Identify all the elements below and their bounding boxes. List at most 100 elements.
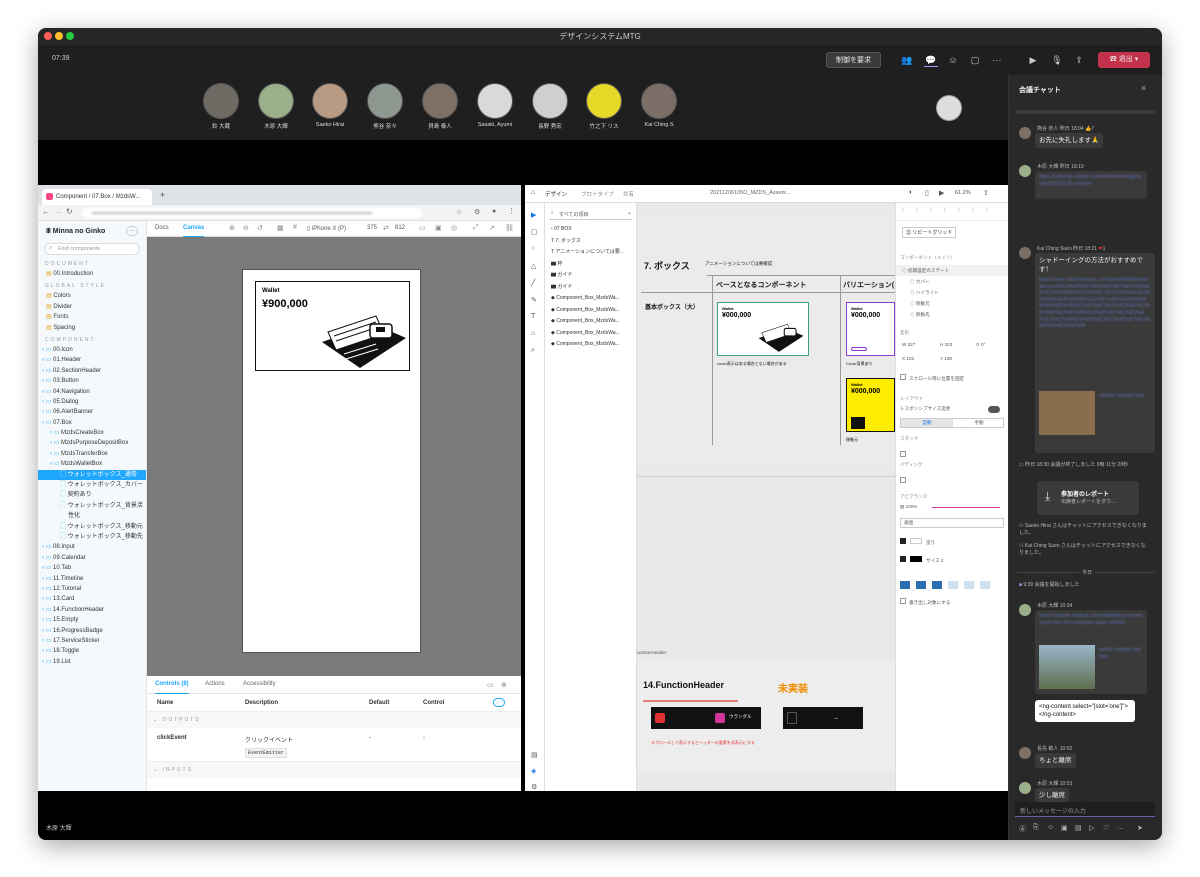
pen-tool-icon[interactable]: ✎ [531, 296, 537, 304]
ellipse-blur-icon[interactable] [980, 581, 990, 589]
gif-icon[interactable]: ▣ [1061, 824, 1068, 832]
align-top-icon[interactable]: ⫶ [902, 208, 904, 215]
xd-mode-tab[interactable]: 共有 [623, 190, 634, 198]
grid-icon[interactable]: # [293, 224, 297, 231]
artboard-tool-icon[interactable]: ⌂ [531, 330, 535, 337]
copy-link-icon[interactable]: ⛓ [505, 224, 514, 232]
zoom-window-button[interactable] [66, 32, 74, 40]
sidebar-story[interactable]: ▢ 契約あり [38, 490, 146, 500]
rotate-icon[interactable]: ⇄ [383, 224, 389, 232]
layer-item[interactable]: T アニメーションについては要… [545, 247, 636, 259]
layer-item[interactable]: ▆ 枠 [545, 259, 636, 271]
addon-tab[interactable]: Accessibility [243, 681, 276, 687]
send-icon[interactable]: ➤ [1137, 824, 1143, 832]
component-card-base[interactable]: Wallet ¥000,000 [717, 302, 809, 356]
sidebar-item-component[interactable]: › ▭ 00.Icon [38, 345, 146, 355]
addon-tab[interactable]: Actions [205, 681, 225, 687]
sidebar-item-box[interactable]: › ▭ MzdsPurposeDepositBox [38, 438, 146, 448]
attendance-report-card[interactable]: ⤓ 参加者のレポート 出席者レポートをダウ… [1037, 481, 1139, 515]
home-icon[interactable]: ⌂ [531, 189, 535, 196]
message-link[interactable]: https://ndmnvjn.ndjndn.com/d/bnhbnvnhbjj… [1035, 171, 1147, 199]
border-size[interactable]: 2 [941, 558, 944, 563]
accessibility-icon[interactable]: ◎ [451, 224, 457, 232]
zoom-out-icon[interactable]: ⊖ [243, 224, 249, 232]
layer-item[interactable]: ◆ Component_Box_MzdsWa... [545, 316, 636, 328]
y-field[interactable]: 188 [944, 356, 952, 361]
sidebar-menu-button[interactable]: ··· [126, 226, 138, 236]
star-icon[interactable]: ☆ [456, 208, 462, 216]
resize-auto-button[interactable]: 自動 [901, 419, 953, 427]
sidebar-item-style[interactable]: ▤ Spacing [38, 323, 146, 333]
component-state[interactable]: ◇ カバー [896, 276, 1008, 287]
layer-item[interactable]: ‹ 07 BOX [545, 224, 636, 236]
link-preview-card[interactable]: nbdhb nbdnbd nbdhbd [1039, 645, 1143, 691]
inputs-section[interactable]: ⌄ INPUTS [153, 767, 193, 773]
height-field[interactable]: 323 [945, 342, 953, 347]
component-state-selected[interactable]: ◇ 初期設定のステート [896, 265, 1008, 276]
layer-item[interactable]: ◆ Component_Box_MzdsWa... [545, 339, 636, 351]
layer-item[interactable]: ◆ Component_Box_MzdsWa... [545, 328, 636, 340]
browser-tab[interactable]: Component / 07.Box / MzdsW... [42, 189, 152, 205]
background-icon[interactable]: ▦ [277, 224, 284, 232]
sidebar-item-component[interactable]: › ▭ 05.Dialog [38, 397, 146, 407]
rooms-icon[interactable]: ▢ [968, 53, 982, 67]
emoji-icon[interactable]: ☺ [1047, 824, 1054, 831]
fullscreen-icon[interactable]: ⤢ [473, 224, 479, 232]
share-link-icon[interactable]: ⇪ [983, 189, 989, 197]
close-panel-icon[interactable]: ⊗ [501, 681, 507, 689]
border-row[interactable]: サイズ 2 [900, 556, 1004, 564]
reactions-icon[interactable]: ☺ [946, 53, 960, 67]
forward-icon[interactable]: → [54, 207, 62, 216]
viewport-height[interactable]: 812 [395, 225, 405, 231]
sidebar-item-style[interactable]: ▤ Fonts [38, 312, 146, 322]
document-assets-icon[interactable]: ▤ [531, 751, 538, 759]
participant-tile[interactable]: Saeko Hirai [305, 83, 355, 128]
sidebar-item-component[interactable]: › ▭ 12.Tutorial [38, 584, 146, 594]
distribute-icon[interactable]: ⫶ [986, 208, 988, 215]
addon-tab[interactable]: Controls (8) [155, 681, 189, 694]
layer-item[interactable]: ◆ Component_Box_MzdsWa... [545, 305, 636, 317]
sidebar-item-box[interactable]: › ▭ MzdsWalletBox [38, 459, 146, 469]
zoom-in-icon[interactable]: ⊕ [229, 224, 235, 232]
profile-icon[interactable]: ● [492, 208, 496, 215]
sidebar-item-component[interactable]: › ▭ 08.Input [38, 542, 146, 552]
sidebar-item-component[interactable]: › ▭ 13.Card [38, 594, 146, 604]
opacity-value[interactable]: 100% [906, 504, 918, 509]
sidebar-item-component[interactable]: › ▭ 07.Box [38, 418, 146, 428]
artboard-label[interactable]: unctionHeader [637, 650, 666, 655]
layers-filter[interactable]: ⌕ すべての項目 ⌄ [549, 209, 632, 220]
participant-tile[interactable]: 鈴 大蔵 [196, 83, 246, 130]
repeat-grid-button[interactable]: ▦ リピートグリッド [902, 227, 957, 238]
resize-manual-button[interactable]: 手動 [953, 419, 1005, 427]
extensions-icon[interactable]: ⚙ [474, 208, 480, 216]
tab-docs[interactable]: Docs [155, 225, 169, 231]
minimize-window-button[interactable] [55, 32, 63, 40]
participant-tile[interactable]: 長野 秀宏 [525, 83, 575, 130]
zoom-tool-icon[interactable]: ⌕ [531, 347, 535, 355]
sidebar-item-box[interactable]: › ▭ MzdsCreateBox [38, 428, 146, 438]
shadow-inner-icon[interactable] [900, 581, 910, 589]
back-icon[interactable]: ← [42, 207, 50, 216]
sidebar-item-component[interactable]: › ▭ 09.Calendar [38, 553, 146, 563]
participant-tile[interactable]: 竹之下 リス [579, 83, 629, 130]
polygon-tool-icon[interactable]: △ [531, 262, 536, 270]
viewport-select[interactable]: ▯ iPhone X (P) [307, 225, 346, 232]
link-preview-card[interactable]: nbdhbd nbdnbd nbd [1039, 391, 1151, 439]
url-field[interactable] [82, 208, 422, 218]
text-tool-icon[interactable]: T [531, 313, 535, 320]
rotation-field[interactable]: 0° [981, 342, 985, 347]
sidebar-story[interactable]: ▢ ウォレットボックス_移動先 [38, 532, 146, 542]
sidebar-story[interactable]: ▢ ウォレットボックス_移動元 [38, 522, 146, 532]
new-tab-icon[interactable]: + [160, 190, 165, 200]
sidebar-item-introduction[interactable]: ▤ 00.Introduction [38, 269, 146, 279]
people-icon[interactable]: 👥 [900, 53, 914, 67]
sidebar-item-component[interactable]: › ▭ 18.Toggle [38, 646, 146, 656]
sidebar-item-component[interactable]: › ▭ 11.Timeline [38, 574, 146, 584]
outline-icon[interactable]: ▣ [435, 224, 442, 232]
sidebar-item-component[interactable]: › ▭ 15.Empty [38, 615, 146, 625]
sidebar-item-component[interactable]: › ▭ 17.ServiceSticker [38, 636, 146, 646]
layers-icon[interactable]: ◈ [531, 767, 536, 775]
sidebar-story[interactable]: 性化 [38, 511, 146, 521]
more-icon[interactable]: ··· [990, 53, 1004, 67]
sidebar-item-component[interactable]: › ▭ 06.AlertBanner [38, 407, 146, 417]
